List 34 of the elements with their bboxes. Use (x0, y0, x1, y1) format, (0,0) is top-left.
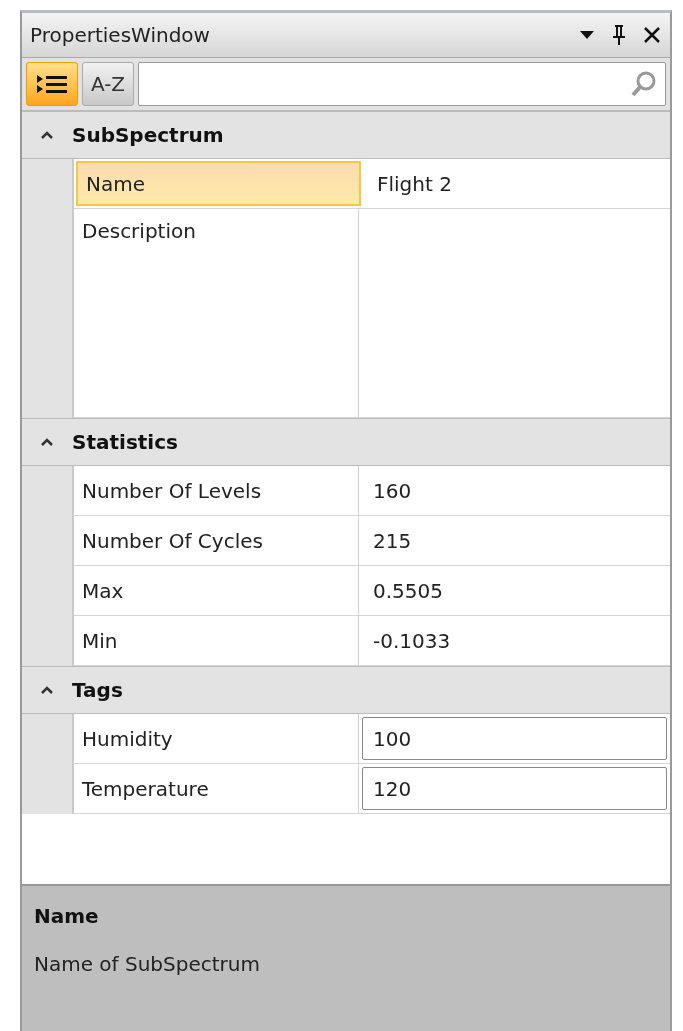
category-header[interactable]: SubSpectrum (22, 111, 670, 159)
collapse-chevron-icon (41, 131, 53, 139)
property-name[interactable]: Number Of Cycles (74, 516, 359, 565)
window-title: PropertiesWindow (30, 23, 211, 47)
description-title: Name (34, 904, 100, 928)
collapse-chevron-icon (41, 438, 53, 446)
property-value: -0.1033 (373, 628, 451, 653)
close-icon[interactable] (644, 27, 660, 43)
alphabetical-sort-button[interactable]: A-Z (82, 62, 134, 106)
property-value-field[interactable]: 120 (362, 767, 667, 810)
category-header[interactable]: Tags (22, 666, 670, 714)
description-text: Name of SubSpectrum (34, 952, 261, 976)
property-name[interactable]: Min (74, 616, 359, 665)
search-icon (631, 70, 657, 98)
category-name: SubSpectrum (72, 123, 224, 147)
property-name[interactable]: Name (76, 161, 361, 206)
property-value: 0.5505 (373, 578, 443, 603)
pin-icon[interactable] (612, 24, 626, 46)
property-name[interactable]: Humidity (74, 714, 359, 763)
property-name[interactable]: Max (74, 566, 359, 615)
categorized-list-icon (35, 72, 69, 96)
property-value: Flight 2 (377, 171, 452, 196)
property-value-field[interactable]: 100 (362, 717, 667, 760)
property-value: 160 (373, 478, 412, 503)
category-name: Statistics (72, 430, 178, 454)
property-name[interactable]: Temperature (74, 764, 359, 813)
category-name: Tags (72, 678, 123, 702)
category-header[interactable]: Statistics (22, 418, 670, 466)
search-field[interactable] (138, 62, 666, 106)
collapse-chevron-icon (41, 686, 53, 694)
property-value: 215 (373, 528, 412, 553)
property-name[interactable]: Number Of Levels (74, 466, 359, 515)
categorized-view-button[interactable] (26, 62, 78, 106)
dropdown-caret-icon[interactable] (580, 31, 594, 39)
